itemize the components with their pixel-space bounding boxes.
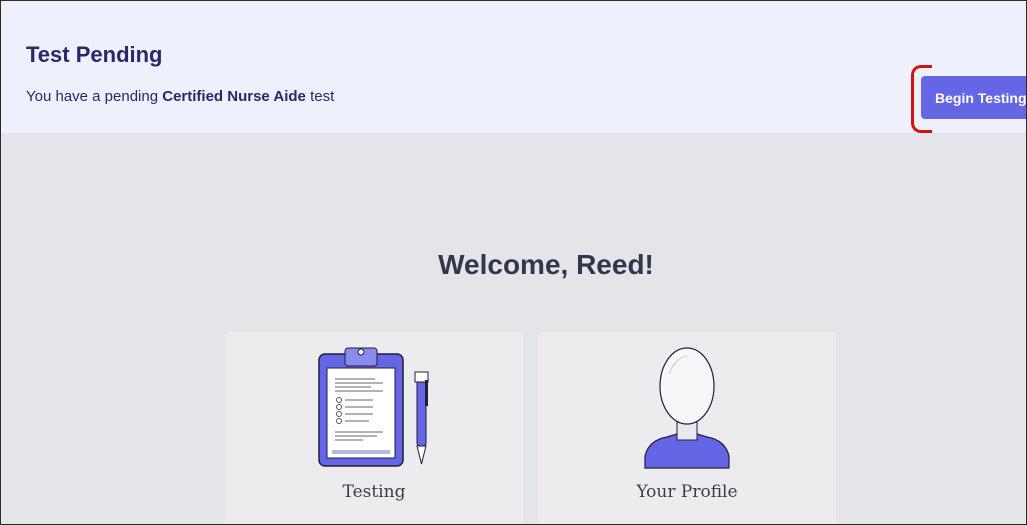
your-profile-card-label: Your Profile — [636, 482, 738, 502]
begin-testing-button[interactable]: Begin Testing — [921, 76, 1026, 119]
testing-card[interactable]: Testing — [225, 332, 523, 524]
testing-card-label: Testing — [342, 482, 406, 502]
your-profile-card[interactable]: Your Profile — [538, 332, 836, 524]
welcome-heading: Welcome, Reed! — [438, 249, 654, 280]
banner-test-name: Certified Nurse Aide — [162, 88, 306, 105]
banner-message: You have a pending Certified Nurse Aide … — [26, 88, 334, 105]
banner-message-prefix: You have a pending — [26, 88, 163, 105]
app-frame: Test Pending You have a pending Certifie… — [0, 0, 1027, 525]
test-pending-banner: Test Pending You have a pending Certifie… — [1, 1, 1026, 133]
banner-title: Test Pending — [26, 42, 163, 67]
banner-message-suffix: test — [305, 88, 335, 105]
clipboard-icon — [318, 347, 429, 467]
profile-icon — [644, 347, 730, 469]
